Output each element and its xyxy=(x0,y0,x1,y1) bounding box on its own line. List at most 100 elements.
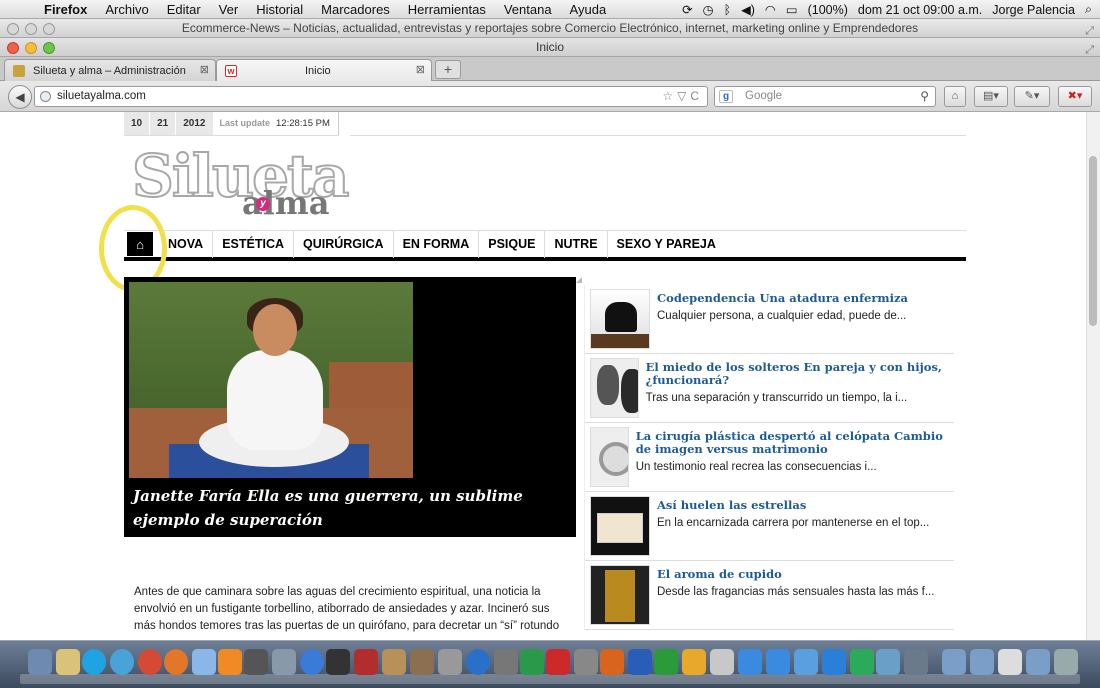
tab-close-icon[interactable]: ⊠ xyxy=(200,63,209,76)
clock[interactable]: dom 21 oct 09:00 a.m. xyxy=(858,3,982,17)
item-title[interactable]: El aroma de cupido xyxy=(657,568,934,581)
menu-editar[interactable]: Editar xyxy=(167,2,201,17)
item-title[interactable]: El miedo de los solteros En pareja y con… xyxy=(646,361,954,387)
site-logo[interactable]: Silueta alma y xyxy=(131,141,372,222)
addon-red-button[interactable]: ✖▾ xyxy=(1058,86,1092,107)
menu-herramientas[interactable]: Herramientas xyxy=(408,2,486,17)
wifi-icon[interactable]: ◠ xyxy=(765,2,776,17)
itunes-icon[interactable] xyxy=(300,649,324,675)
menu-archivo[interactable]: Archivo xyxy=(105,2,148,17)
close-button[interactable] xyxy=(7,23,19,35)
system-preferences-icon[interactable] xyxy=(574,649,598,675)
spotlight-icon[interactable]: ⌕ xyxy=(1085,2,1092,17)
tab-inicio[interactable]: w Inicio ⊠ xyxy=(216,59,432,81)
safari-icon[interactable] xyxy=(110,649,134,675)
contacts-icon[interactable] xyxy=(382,649,406,675)
folder-icon[interactable] xyxy=(1026,649,1050,675)
thumbnail-image[interactable] xyxy=(590,496,650,556)
folder-icon[interactable] xyxy=(942,649,966,675)
featured-caption[interactable]: Janette Faría Ella es una guerrera, un s… xyxy=(133,484,569,532)
user-name[interactable]: Jorge Palencia xyxy=(992,3,1075,17)
menu-ayuda[interactable]: Ayuda xyxy=(570,2,607,17)
nav-nova[interactable]: NOVA xyxy=(159,230,214,258)
skype-icon[interactable] xyxy=(82,649,106,675)
thumbnail-image[interactable] xyxy=(590,358,639,418)
minimize-button[interactable] xyxy=(25,23,37,35)
sync-icon[interactable]: ⟳ xyxy=(682,2,692,17)
iphoto-icon[interactable] xyxy=(410,649,434,675)
app-icon[interactable] xyxy=(710,649,734,675)
excel-icon[interactable] xyxy=(654,649,678,675)
mail-icon[interactable] xyxy=(822,649,846,675)
chrome-icon[interactable] xyxy=(138,649,162,675)
back-button[interactable]: ◀ xyxy=(8,85,32,109)
outlook-icon[interactable] xyxy=(682,649,706,675)
dropdown-icon[interactable]: ▽ xyxy=(677,89,690,103)
word-icon[interactable] xyxy=(628,649,652,675)
close-button[interactable] xyxy=(7,42,19,54)
nav-nutre[interactable]: NUTRE xyxy=(545,230,608,258)
url-bar[interactable]: siluetayalma.com ☆▽C xyxy=(34,86,708,107)
notes-icon[interactable] xyxy=(56,649,80,675)
tab-admin[interactable]: Silueta y alma – Administración ⊠ xyxy=(4,59,216,81)
launchpad-icon[interactable] xyxy=(438,649,462,675)
minimize-button[interactable] xyxy=(25,42,37,54)
app-icon[interactable] xyxy=(904,649,928,675)
google-icon[interactable]: g xyxy=(719,90,733,103)
reload-icon[interactable]: C xyxy=(690,89,703,103)
acrobat-icon[interactable] xyxy=(546,649,570,675)
app-icon[interactable] xyxy=(766,649,790,675)
list-item[interactable]: El miedo de los solteros En pareja y con… xyxy=(585,354,954,423)
nav-quirurgica[interactable]: QUIRÚRGICA xyxy=(294,230,394,258)
nav-en-forma[interactable]: EN FORMA xyxy=(394,230,480,258)
zoom-button[interactable] xyxy=(43,42,55,54)
featured-article[interactable]: Janette Faría Ella es una guerrera, un s… xyxy=(124,277,576,537)
menu-marcadores[interactable]: Marcadores xyxy=(321,2,390,17)
new-tab-button[interactable]: + xyxy=(435,60,461,79)
firefox-icon[interactable] xyxy=(164,649,188,675)
app-icon[interactable] xyxy=(850,649,874,675)
vertical-scrollbar[interactable] xyxy=(1086,112,1100,640)
item-title[interactable]: La cirugía plástica despertó al celópata… xyxy=(636,430,954,456)
list-item[interactable]: El aroma de cupido Desde las fragancias m… xyxy=(585,561,954,630)
home-button[interactable]: ⌂ xyxy=(944,86,966,107)
folder-icon[interactable] xyxy=(970,649,994,675)
ichat-icon[interactable] xyxy=(192,649,216,675)
menu-ver[interactable]: Ver xyxy=(219,2,239,17)
bluetooth-icon[interactable]: ᛒ xyxy=(724,3,732,17)
blackberry-icon[interactable] xyxy=(326,649,350,675)
list-item[interactable]: La cirugía plástica despertó al celópata… xyxy=(585,423,954,492)
addon-button[interactable]: ✎▾ xyxy=(1014,86,1050,107)
window-titlebar[interactable]: Inicio ⤢ xyxy=(0,38,1100,57)
app-icon[interactable] xyxy=(876,649,900,675)
battery-percent[interactable]: (100%) xyxy=(808,3,848,17)
item-title[interactable]: Codependencia Una atadura enfermiza xyxy=(657,292,908,305)
thumbnail-image[interactable] xyxy=(590,565,650,625)
time-machine-icon[interactable]: ◷ xyxy=(703,2,714,17)
thumbnail-image[interactable] xyxy=(590,427,629,487)
list-item[interactable]: Codependencia Una atadura enfermiza Cualq… xyxy=(585,285,954,354)
bookmarks-button[interactable]: ▤▾ xyxy=(974,86,1008,107)
utility-icon[interactable] xyxy=(494,649,518,675)
search-box[interactable]: g Google ⚲ xyxy=(714,86,936,107)
search-icon[interactable]: ⚲ xyxy=(920,87,929,106)
nav-sexo-y-pareja[interactable]: SEXO Y PAREJA xyxy=(608,231,725,258)
finder-icon[interactable] xyxy=(28,649,52,675)
vlc-icon[interactable] xyxy=(218,649,242,675)
nav-psique[interactable]: PSIQUE xyxy=(479,230,546,258)
tab-close-icon[interactable]: ⊠ xyxy=(416,63,425,76)
list-item[interactable]: Así huelen las estrellas En la encarnizad… xyxy=(585,492,954,561)
featured-photo[interactable] xyxy=(129,282,413,478)
thumbnail-image[interactable] xyxy=(590,289,650,349)
bookmark-star-icon[interactable]: ☆ xyxy=(662,89,677,103)
app-icon[interactable] xyxy=(244,649,268,675)
app-icon[interactable] xyxy=(794,649,818,675)
document-icon[interactable] xyxy=(998,649,1022,675)
volume-icon[interactable]: ◀) xyxy=(741,2,755,17)
zoom-button[interactable] xyxy=(43,23,55,35)
quicktime-icon[interactable] xyxy=(466,649,490,675)
activity-monitor-icon[interactable] xyxy=(520,649,544,675)
trash-icon[interactable] xyxy=(1054,649,1078,675)
item-title[interactable]: Así huelen las estrellas xyxy=(657,499,929,512)
menu-app-name[interactable]: Firefox xyxy=(44,2,87,17)
